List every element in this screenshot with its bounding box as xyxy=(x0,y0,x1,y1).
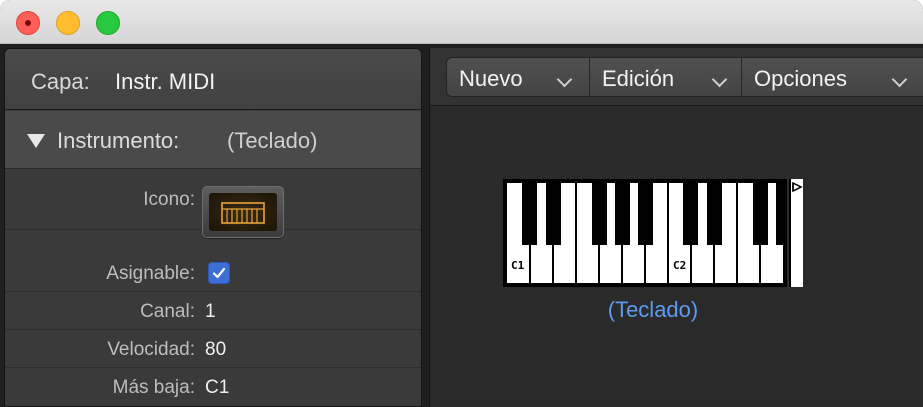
window-body: Capa: Instr. MIDI Instrumento: (Teclado)… xyxy=(0,44,923,407)
chevron-down-icon xyxy=(891,71,908,88)
menu-edicion[interactable]: Edición xyxy=(590,58,741,96)
checkmark-icon xyxy=(212,267,226,279)
layer-value[interactable]: Instr. MIDI xyxy=(115,69,215,95)
param-label-velocity: Velocidad: xyxy=(107,339,195,360)
menu-nuevo-label: Nuevo xyxy=(459,66,523,91)
param-row-velocity[interactable]: Velocidad: 80 xyxy=(5,331,421,368)
param-label-assignable: Asignable: xyxy=(106,263,195,284)
menu-opciones-label: Opciones xyxy=(754,66,847,91)
minimize-window-button[interactable] xyxy=(56,11,80,35)
toolbar: Nuevo Edición Opciones xyxy=(430,48,923,106)
chevron-down-icon xyxy=(711,71,728,88)
close-window-button[interactable] xyxy=(16,11,40,35)
param-label-icon: Icono: xyxy=(143,189,195,210)
keyboard-object[interactable]: C1 C2 xyxy=(503,179,803,291)
keyboard-keys: C1 C2 xyxy=(507,183,783,283)
param-value-lowest[interactable]: C1 xyxy=(205,377,229,399)
environment-area: Nuevo Edición Opciones C1 C2 (Teclado) xyxy=(429,48,923,407)
param-value-channel[interactable]: 1 xyxy=(205,301,216,323)
assignable-checkbox[interactable] xyxy=(208,262,230,284)
keyboard-icon xyxy=(209,193,277,231)
menu-edicion-label: Edición xyxy=(602,66,675,91)
layer-label: Capa: xyxy=(31,69,90,94)
param-row-channel[interactable]: Canal: 1 xyxy=(5,293,421,330)
keyboard-object-label[interactable]: (Teclado) xyxy=(503,297,803,323)
midi-out-port-icon[interactable] xyxy=(789,179,803,287)
param-value-velocity[interactable]: 80 xyxy=(205,339,226,361)
menu-group: Nuevo Edición Opciones xyxy=(446,57,923,97)
layer-row[interactable]: Capa: Instr. MIDI xyxy=(5,49,421,110)
instrument-icon-button[interactable] xyxy=(202,186,284,238)
instrument-section-header[interactable]: Instrumento: (Teclado) xyxy=(5,111,421,169)
chevron-down-icon xyxy=(556,71,573,88)
piano-keys-icon: C1 C2 xyxy=(507,183,783,283)
instrument-section-value: (Teclado) xyxy=(227,128,318,153)
instrument-section-label: Instrumento: xyxy=(57,128,180,153)
param-label-channel: Canal: xyxy=(140,301,195,322)
maximize-window-button[interactable] xyxy=(96,11,120,35)
octave-label-c2: C2 xyxy=(673,259,686,272)
param-label-lowest: Más baja: xyxy=(112,377,195,398)
title-bar xyxy=(0,0,923,44)
disclosure-triangle-icon[interactable] xyxy=(27,134,45,148)
menu-opciones[interactable]: Opciones xyxy=(742,58,923,96)
inspector-panel: Capa: Instr. MIDI Instrumento: (Teclado)… xyxy=(4,48,422,407)
menu-nuevo[interactable]: Nuevo xyxy=(447,58,589,96)
octave-label-c1: C1 xyxy=(511,259,525,272)
app-window: Capa: Instr. MIDI Instrumento: (Teclado)… xyxy=(0,0,923,407)
keyboard-frame: C1 C2 xyxy=(503,179,787,287)
param-row-lowest[interactable]: Más baja: C1 xyxy=(5,369,421,406)
environment-canvas[interactable]: C1 C2 (Teclado) xyxy=(430,107,923,407)
